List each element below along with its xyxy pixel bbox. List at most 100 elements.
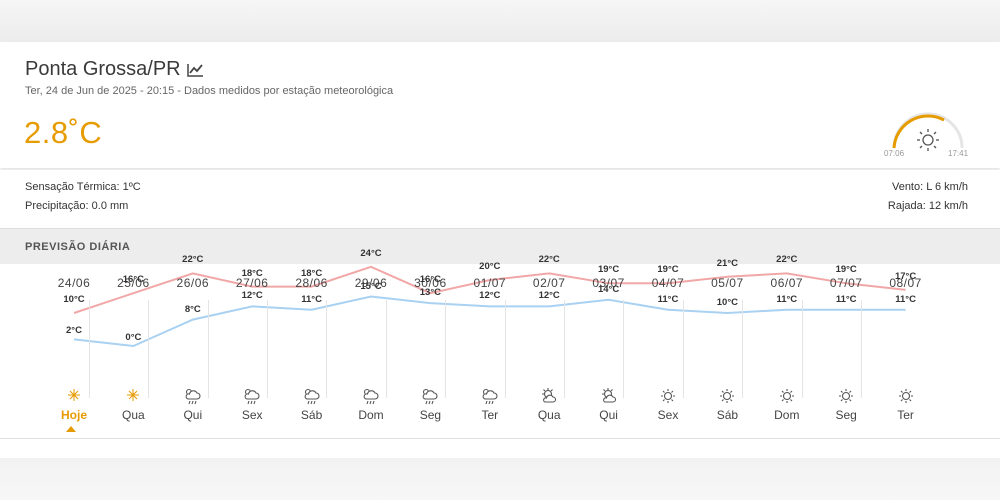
forecast-day-name[interactable]: Ter	[876, 408, 936, 422]
daily-forecast-header: PREVISÃO DIÁRIA	[0, 228, 1000, 264]
min-temperature-label: 12°C	[538, 290, 560, 302]
cloud-rain-sun-icon	[302, 387, 322, 405]
sun-arc-graphic	[892, 112, 964, 151]
partly-cloudy-icon	[539, 387, 559, 405]
wind: Vento: L 6 km/h	[891, 181, 968, 193]
precipitation: Precipitação: 0.0 mm	[25, 200, 129, 212]
column-separator	[207, 300, 209, 398]
cloud-rain-sun-icon	[183, 387, 203, 405]
sunset-time: 17:41	[948, 149, 969, 158]
column-separator	[445, 300, 447, 398]
max-temperature-label: 19°C	[657, 264, 679, 276]
min-temperature-label: 11°C	[657, 293, 679, 305]
forecast-day-name[interactable]: Seg	[816, 408, 876, 422]
forecast-bottom-bar	[0, 438, 1000, 458]
daily-forecast-title: PREVISÃO DIÁRIA	[25, 241, 131, 253]
forecast-day-name[interactable]: Qua	[103, 408, 163, 422]
cloud-rain-sun-icon	[480, 387, 500, 405]
date-subtitle: Ter, 24 de Jun de 2025 - 20:15 - Dados m…	[25, 85, 394, 97]
forecast-date: 24/06	[57, 276, 91, 290]
forecast-date: 04/07	[651, 276, 685, 290]
column-separator	[148, 300, 150, 398]
weather-details: Sensação Térmica: 1ºC Precipitação: 0.0 …	[0, 170, 1000, 226]
weather-card: Ponta Grossa/PR Ter, 24 de Jun de 2025 -…	[0, 42, 1000, 458]
sun-icon	[717, 387, 737, 405]
forecast-date: 05/07	[711, 276, 744, 290]
min-temperature-label: 10°C	[716, 297, 738, 308]
column-separator	[385, 300, 387, 398]
column-separator	[266, 300, 268, 398]
max-temperature-label: 22°C	[182, 254, 204, 266]
forecast-day-name[interactable]: Hoje	[44, 408, 104, 422]
column-separator	[88, 300, 90, 398]
city-title[interactable]: Ponta Grossa/PR	[25, 58, 204, 81]
page-footer-blur	[0, 458, 1000, 500]
sunrise-time: 07:06	[884, 149, 905, 158]
feels-like: Sensação Térmica: 1ºC	[25, 181, 141, 193]
min-temperature-label: 2°C	[66, 325, 82, 337]
forecast-date: 02/07	[532, 276, 566, 290]
max-temperature-label: 18°C	[241, 267, 263, 279]
forecast-date: 26/06	[176, 276, 210, 290]
sun-icon	[777, 387, 797, 405]
forecast-day-name[interactable]: Sáb	[697, 408, 757, 422]
column-separator	[504, 300, 506, 398]
max-temperature-label: 24°C	[360, 247, 382, 259]
sun-icon	[917, 129, 939, 151]
column-separator	[682, 300, 684, 398]
column-separator	[742, 300, 744, 398]
trend-chart-icon[interactable]	[186, 63, 204, 77]
column-separator	[801, 300, 803, 398]
forecast-day-name[interactable]: Qui	[579, 408, 639, 422]
partly-cloudy-icon	[599, 387, 619, 405]
max-temperature-label: 21°C	[716, 257, 738, 269]
cloud-rain-sun-icon	[420, 387, 440, 405]
max-temperature-label: 16°C	[122, 274, 144, 286]
forecast-day-name[interactable]: Qua	[519, 408, 579, 422]
min-temperature-label: 15°C	[360, 280, 382, 292]
max-temperature-label: 16°C	[419, 274, 441, 286]
min-temperature-label: 14°C	[597, 283, 620, 295]
min-temperature-label: 11°C	[301, 293, 322, 305]
max-temperature-label: 17°C	[894, 270, 917, 282]
forecast-date: 06/07	[770, 276, 804, 290]
daily-forecast: 24/06 10°C 2°C Hoje 25/06 16°C 0°C Qua 26/06 22°C…	[0, 248, 1000, 458]
max-temperature-label: 19°C	[835, 264, 857, 276]
sun-icon	[836, 387, 856, 405]
min-temperature-label: 8°C	[184, 303, 201, 315]
max-temperature-label: 10°C	[63, 294, 85, 305]
sun-arc: 07:06 17:41	[882, 112, 972, 172]
column-separator	[860, 300, 862, 398]
min-temperature-label: 11°C	[776, 293, 798, 305]
cloud-rain-sun-icon	[361, 387, 381, 405]
forecast-day-name[interactable]: Qui	[163, 408, 223, 422]
column-separator	[563, 300, 565, 398]
column-separator	[623, 300, 625, 398]
current-temperature: 2.8˚C	[24, 115, 103, 150]
today-indicator	[66, 426, 76, 432]
sun-icon	[658, 387, 678, 405]
forecast-day-name[interactable]: Sex	[638, 408, 698, 422]
max-temperature-label: 20°C	[479, 261, 501, 272]
moon-star-icon	[123, 387, 143, 405]
sun-icon	[896, 387, 916, 405]
min-temperature-label: 0°C	[125, 332, 142, 343]
min-temperature-label: 12°C	[479, 290, 501, 302]
max-temperature-label: 22°C	[776, 254, 798, 266]
forecast-day-name[interactable]: Seg	[400, 408, 460, 422]
forecast-day-name[interactable]: Sex	[222, 408, 282, 422]
top-blurred-bar	[0, 0, 1000, 42]
city-name[interactable]: Ponta Grossa/PR	[25, 58, 181, 81]
max-temperature-label: 19°C	[597, 264, 620, 276]
moon-star-icon	[64, 387, 84, 405]
cloud-rain-sun-icon	[242, 387, 262, 405]
column-separator	[326, 300, 328, 398]
forecast-day-name[interactable]: Sáb	[282, 408, 342, 422]
gust: Rajada: 12 km/h	[887, 200, 968, 212]
min-temperature-label: 13°C	[419, 287, 441, 299]
forecast-date: 07/07	[829, 276, 863, 290]
forecast-day-name[interactable]: Dom	[757, 408, 817, 422]
forecast-date: 01/07	[473, 276, 507, 290]
forecast-day-name[interactable]: Ter	[460, 408, 520, 422]
forecast-day-name[interactable]: Dom	[341, 408, 401, 422]
